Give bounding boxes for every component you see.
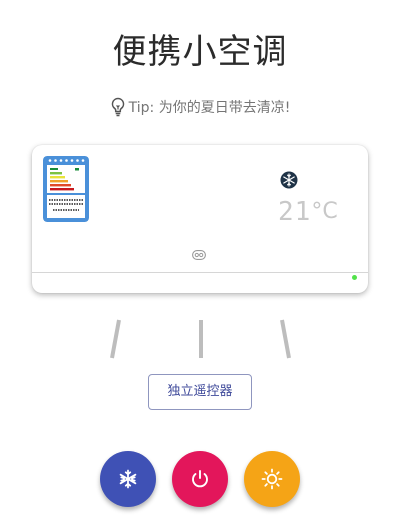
heat-mode-button[interactable]: [244, 451, 300, 507]
sun-icon: [261, 468, 283, 490]
air-conditioner-unit: 21 °C: [32, 145, 368, 293]
temperature-value: 21: [278, 197, 312, 227]
temperature-display: 21 °C: [278, 198, 338, 226]
snowflake-icon: [280, 171, 298, 189]
temperature-unit: °C: [311, 199, 338, 224]
page-title: 便携小空调: [112, 32, 288, 72]
power-button[interactable]: [172, 451, 228, 507]
energy-label-icon: [43, 156, 89, 222]
airflow-right-icon: [280, 319, 291, 359]
power-icon: [192, 470, 208, 488]
airflow-left-icon: [110, 319, 121, 359]
standalone-remote-button[interactable]: 独立遥控器: [148, 374, 252, 410]
tip-text: Tip: 为你的夏日带去清凉!: [128, 100, 291, 116]
lightbulb-icon: [111, 97, 124, 116]
snowflake-icon: [119, 469, 137, 489]
cool-mode-button[interactable]: [100, 451, 156, 507]
sleep-mode-icon: [192, 250, 206, 260]
airflow-center-icon: [199, 320, 203, 358]
ac-air-outlet-line: [32, 272, 368, 273]
power-indicator-led: [352, 275, 357, 280]
tip-line: Tip: 为你的夏日带去清凉!: [0, 97, 400, 119]
